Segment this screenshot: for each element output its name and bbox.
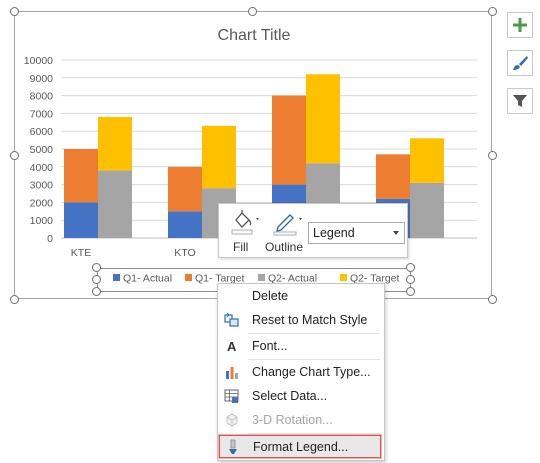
bar-segment xyxy=(202,125,236,189)
chart-elements-button[interactable] xyxy=(507,12,533,38)
legend-resize-handle[interactable] xyxy=(92,263,101,272)
chevron-down-icon xyxy=(393,231,399,235)
bar-segment xyxy=(64,202,98,238)
font-icon: A xyxy=(227,339,237,354)
menu-item-change-chart-type[interactable]: Change Chart Type... xyxy=(219,361,383,383)
chart-resize-handle[interactable] xyxy=(10,295,19,304)
menu-item-font[interactable]: A Font... xyxy=(219,335,383,357)
bar-segment xyxy=(64,149,98,203)
y-tick-label: 0 xyxy=(47,233,53,245)
menu-item-select-data[interactable]: Select Data... xyxy=(219,385,383,407)
chart-element-select-value: Legend xyxy=(313,226,355,240)
y-tick-label: 10000 xyxy=(24,55,53,67)
rotation-icon xyxy=(226,413,238,427)
chart-resize-handle[interactable] xyxy=(488,295,497,304)
bar-segment xyxy=(168,166,202,212)
format-icon xyxy=(229,439,237,454)
bar-segment xyxy=(168,211,202,238)
chart-styles-button[interactable] xyxy=(507,50,533,76)
y-tick-label: 7000 xyxy=(30,108,54,120)
chart-resize-handle[interactable] xyxy=(488,151,497,160)
menu-separator xyxy=(248,433,380,434)
category-label: KTE xyxy=(71,247,91,259)
bar-segment xyxy=(98,170,132,238)
bar-segment xyxy=(306,74,340,164)
bar-segment xyxy=(98,116,132,171)
chart-element-select[interactable]: Legend xyxy=(308,222,405,244)
fill-label: Fill xyxy=(233,240,249,254)
legend-resize-handle[interactable] xyxy=(406,263,415,272)
select-data-icon xyxy=(224,389,239,403)
menu-item-3d-rotation: 3-D Rotation... xyxy=(219,409,383,431)
menu-item-format-legend[interactable]: Format Legend... xyxy=(219,435,381,458)
bar-segment xyxy=(376,154,410,199)
chart-title: Chart Title xyxy=(218,27,291,44)
y-tick-label: 5000 xyxy=(30,144,54,156)
chart-resize-handle[interactable] xyxy=(10,151,19,160)
y-tick-label: 4000 xyxy=(30,162,54,174)
menu-item-label: Delete xyxy=(252,289,289,303)
chart-resize-handle[interactable] xyxy=(248,7,257,16)
y-tick-label: 8000 xyxy=(30,91,54,103)
brush-icon xyxy=(513,56,528,70)
legend-resize-handle[interactable] xyxy=(406,275,415,284)
bar-segment xyxy=(272,95,306,185)
menu-item-label: Format Legend... xyxy=(253,440,349,454)
menu-separator xyxy=(248,359,380,360)
outline-button[interactable] xyxy=(269,208,305,238)
y-tick-label: 3000 xyxy=(30,180,54,192)
y-tick-label: 9000 xyxy=(30,73,54,85)
menu-item-label: Change Chart Type... xyxy=(252,365,371,379)
y-tick-label: 1000 xyxy=(30,215,54,227)
bar-segment xyxy=(410,182,444,238)
mini-toolbar: Fill Outline Legend xyxy=(218,203,408,258)
context-menu: Delete Reset to Match Style A Font... Ch… xyxy=(217,283,385,461)
bar-segment xyxy=(410,138,444,183)
category-label: KTO xyxy=(174,247,195,259)
pen-outline-icon xyxy=(273,214,302,236)
svg-text:A: A xyxy=(227,339,237,354)
legend-resize-handle[interactable] xyxy=(406,287,415,296)
chart-type-icon xyxy=(226,367,238,379)
chart-resize-handle[interactable] xyxy=(10,7,19,16)
fill-button[interactable] xyxy=(227,208,261,238)
y-tick-label: 2000 xyxy=(30,197,54,209)
y-tick-label: 6000 xyxy=(30,126,54,138)
menu-item-reset-style[interactable]: Reset to Match Style xyxy=(219,309,383,331)
paint-bucket-icon xyxy=(231,210,259,235)
chart-filters-button[interactable] xyxy=(507,88,533,114)
legend-resize-handle[interactable] xyxy=(92,287,101,296)
outline-label: Outline xyxy=(265,240,304,254)
chart-resize-handle[interactable] xyxy=(488,7,497,16)
menu-item-delete[interactable]: Delete xyxy=(219,285,383,307)
menu-item-label: Select Data... xyxy=(252,389,328,403)
filter-icon xyxy=(513,95,527,107)
menu-item-label: Reset to Match Style xyxy=(252,313,368,327)
legend-resize-handle[interactable] xyxy=(92,275,101,284)
menu-separator xyxy=(248,333,380,334)
plus-icon xyxy=(513,18,527,32)
reset-style-icon xyxy=(224,312,239,327)
menu-item-label: 3-D Rotation... xyxy=(252,413,333,427)
menu-item-label: Font... xyxy=(252,339,288,353)
